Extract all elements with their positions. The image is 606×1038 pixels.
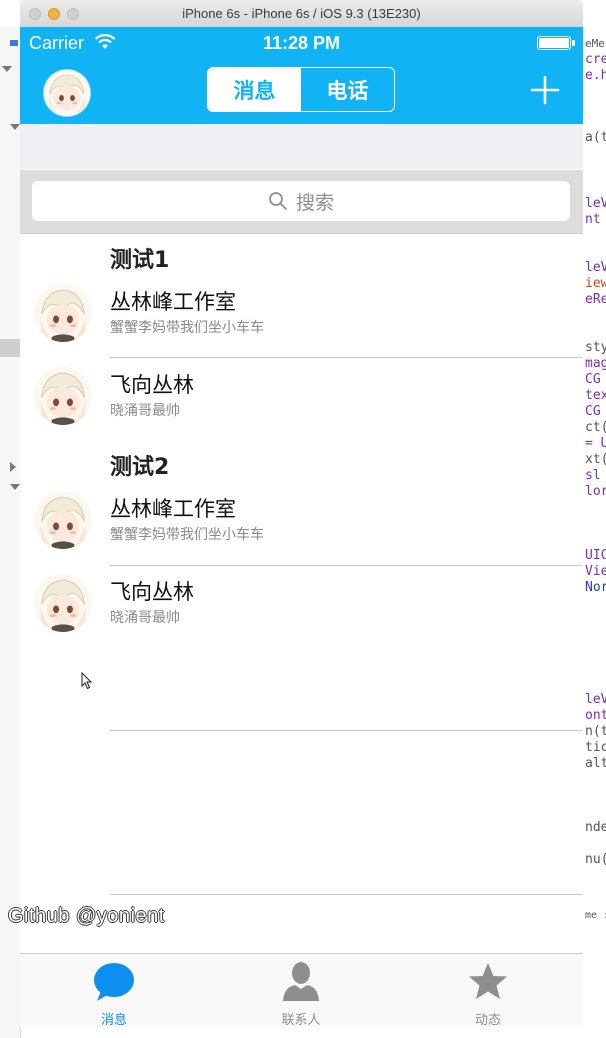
profile-avatar[interactable]: [44, 70, 90, 116]
disclosure-icon: [10, 124, 20, 130]
mouse-cursor-icon: [81, 672, 93, 690]
search-input[interactable]: 搜索: [32, 181, 570, 221]
row-title: 飞向丛林: [110, 580, 194, 604]
header-spacer: [20, 124, 583, 169]
section-header: 测试1: [110, 248, 170, 273]
tab-label: 动态: [474, 1013, 501, 1027]
row-divider: [110, 565, 583, 566]
tab-contacts[interactable]: 联系人: [241, 954, 361, 1027]
tab-label: 联系人: [281, 1013, 321, 1027]
chat-bubble-icon: [94, 963, 134, 1001]
add-icon[interactable]: [528, 73, 562, 107]
segment-messages[interactable]: 消息: [208, 68, 301, 111]
contact-avatar: [34, 574, 92, 632]
contact-avatar: [34, 284, 92, 342]
avatar-illustration: [44, 70, 90, 116]
section-header: 测试2: [110, 455, 170, 480]
contact-avatar: [34, 367, 92, 425]
list-item[interactable]: 飞向丛林 晓涌哥最帅: [20, 360, 583, 442]
row-subtitle: 晓涌哥最帅: [110, 610, 180, 626]
list-item[interactable]: 飞向丛林 晓涌哥最帅: [20, 567, 583, 649]
device-screen: Carrier 11:28 PM 消息 电话 搜索 测试1 丛林峰工作室 蟹蟹李…: [20, 27, 583, 1027]
row-title: 丛林峰工作室: [110, 290, 236, 314]
editor-marker: [10, 40, 18, 46]
search-bar: 搜索: [20, 170, 583, 234]
status-time: 11:28 PM: [262, 33, 341, 53]
row-divider: [110, 730, 583, 731]
tab-messages[interactable]: 消息: [54, 954, 174, 1027]
disclosure-icon: [10, 462, 16, 472]
star-icon: [469, 963, 507, 999]
battery-icon: [537, 36, 575, 50]
tab-bar: 消息 联系人 动态: [20, 953, 583, 1027]
desktop: eMe cre e.h a(t leV nt leV iew eRe sty m…: [0, 0, 606, 1038]
simulator-titlebar: iPhone 6s - iPhone 6s / iOS 9.3 (13E230): [20, 0, 583, 28]
window-title: iPhone 6s - iPhone 6s / iOS 9.3 (13E230): [182, 6, 421, 21]
row-title: 飞向丛林: [110, 373, 194, 397]
row-divider: [110, 357, 583, 358]
editor-code-sliver: eMe cre e.h a(t leV nt leV iew eRe sty m…: [583, 26, 606, 1038]
list-item[interactable]: 丛林峰工作室 蟹蟹李妈带我们坐小车车: [20, 277, 583, 359]
row-subtitle: 蟹蟹李妈带我们坐小车车: [110, 527, 264, 543]
disclosure-icon: [10, 484, 20, 490]
disclosure-icon: [2, 66, 12, 72]
editor-selection: [0, 339, 20, 357]
segmented-control: 消息 电话: [207, 67, 395, 112]
person-icon: [283, 962, 319, 1001]
row-title: 丛林峰工作室: [110, 497, 236, 521]
row-subtitle: 晓涌哥最帅: [110, 403, 180, 419]
tab-label: 消息: [100, 1013, 127, 1027]
tab-moments[interactable]: 动态: [428, 954, 548, 1027]
watermark-text: Github @yonient: [8, 905, 165, 927]
segment-phone[interactable]: 电话: [301, 68, 394, 111]
contact-avatar: [34, 491, 92, 549]
search-icon: [269, 192, 287, 210]
list-item[interactable]: 丛林峰工作室 蟹蟹李妈带我们坐小车车: [20, 484, 583, 566]
row-subtitle: 蟹蟹李妈带我们坐小车车: [110, 320, 264, 336]
editor-gutter: [0, 26, 21, 1038]
search-placeholder: 搜索: [295, 191, 334, 214]
navigation-header: Carrier 11:28 PM 消息 电话: [20, 27, 583, 124]
row-divider: [110, 894, 583, 895]
